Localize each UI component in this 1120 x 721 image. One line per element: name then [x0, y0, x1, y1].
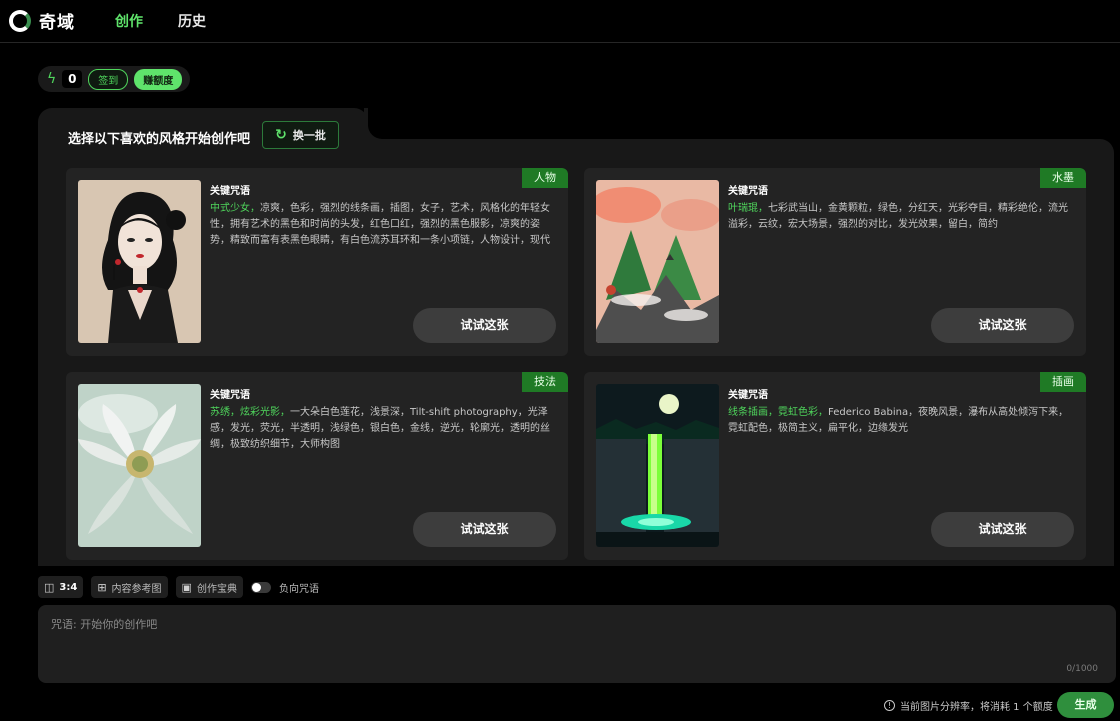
card-image[interactable] [596, 384, 719, 547]
card-image[interactable] [596, 180, 719, 343]
card-tag: 插画 [1040, 372, 1086, 392]
prompt-input[interactable] [51, 618, 1051, 631]
ink-landscape-image [596, 180, 719, 343]
try-this-button[interactable]: 试试这张 [931, 512, 1074, 547]
style-card-portrait: 人物 关键咒语 中式少女，凉爽，色彩，强烈的线条画，插图，女子，艺术，风格化的年… [66, 168, 568, 356]
style-card-ink: 水墨 关键咒语 叶瑞琨，七彩武当山，金黄颗粒，绿色，分红天，光彩夺目，精彩绝伦，… [584, 168, 1086, 356]
nav-history[interactable]: 历史 [178, 11, 206, 31]
generate-button[interactable]: 生成 [1057, 692, 1114, 718]
negative-prompt-label: 负向咒语 [278, 583, 319, 595]
prompt-box: 0/1000 [38, 605, 1116, 683]
reference-image-button[interactable]: ⊞ 内容参考图 [91, 576, 168, 598]
lightning-icon: ϟ [47, 71, 57, 87]
reference-image-label: 内容参考图 [111, 583, 162, 595]
card-label: 关键咒语 [210, 186, 250, 197]
cost-note-text: 当前图片分辨率，将消耗 1 个额度 [900, 702, 1053, 713]
panel-title: 选择以下喜欢的风格开始创作吧 [68, 132, 251, 147]
card-description: 线条插画，霓虹色彩，Federico Babina，夜晚风景，瀑布从高处倾泻下来… [728, 407, 1069, 434]
lotus-image [78, 384, 201, 547]
try-this-button[interactable]: 试试这张 [931, 308, 1074, 343]
refresh-button[interactable]: ↻ 换一批 [262, 121, 339, 149]
style-card-illustration: 插画 关键咒语 线条插画，霓虹色彩，Federico Babina，夜晚风景，瀑… [584, 372, 1086, 560]
style-card-technique: 技法 关键咒语 苏绣，炫彩光影，一大朵白色莲花，浅景深，Tilt-shift p… [66, 372, 568, 560]
credits-bar: ϟ 0 签到 赚额度 [38, 66, 190, 92]
card-description: 叶瑞琨，七彩武当山，金黄颗粒，绿色，分红天，光彩夺目，精彩绝伦，流光溢彩，云纹，… [728, 203, 1068, 230]
card-tag: 水墨 [1040, 168, 1086, 188]
try-this-button[interactable]: 试试这张 [413, 512, 556, 547]
refresh-icon: ↻ [275, 127, 287, 143]
card-image[interactable] [78, 180, 201, 343]
app-name: 奇域 [39, 13, 75, 33]
earn-credits-button[interactable]: 赚额度 [134, 68, 183, 90]
card-label: 关键咒语 [728, 186, 768, 197]
try-this-button[interactable]: 试试这张 [413, 308, 556, 343]
aspect-ratio-button[interactable]: ◫ 3:4 [38, 576, 84, 598]
card-description: 苏绣，炫彩光影，一大朵白色莲花，浅景深，Tilt-shift photograp… [210, 407, 550, 450]
card-label: 关键咒语 [728, 390, 768, 401]
portrait-image [78, 180, 201, 343]
card-tag: 人物 [522, 168, 568, 188]
checkin-button[interactable]: 签到 [88, 68, 129, 90]
refresh-label: 换一批 [292, 129, 326, 142]
card-tag: 技法 [522, 372, 568, 392]
add-image-icon: ⊞ [97, 580, 107, 594]
card-label: 关键咒语 [210, 390, 250, 401]
aspect-ratio-value: 3:4 [59, 581, 78, 593]
creation-toolbar: ◫ 3:4 ⊞ 内容参考图 ▣ 创作宝典 负向咒语 [38, 576, 319, 598]
nav-create[interactable]: 创作 [115, 11, 143, 31]
logo-icon [9, 9, 31, 32]
creation-guide-label: 创作宝典 [196, 583, 237, 595]
waterfall-image [596, 384, 719, 547]
card-image[interactable] [78, 384, 201, 547]
credit-count: 0 [62, 70, 83, 88]
card-description: 中式少女，凉爽，色彩，强烈的线条画，插图，女子，艺术，风格化的年轻女性，拥有艺术… [210, 203, 550, 246]
prompt-char-count: 0/1000 [1066, 664, 1098, 674]
book-icon: ▣ [181, 580, 192, 594]
app-logo[interactable]: 奇域 [9, 8, 75, 33]
top-bar: 奇域 创作 历史 [0, 0, 1120, 43]
style-panel: 选择以下喜欢的风格开始创作吧 ↻ 换一批 人物 关键咒语 中式少女，凉爽，色彩，… [38, 108, 1114, 566]
info-icon: ! [884, 700, 895, 711]
cost-note: ! 当前图片分辨率，将消耗 1 个额度 [884, 698, 1053, 713]
ratio-icon: ◫ [44, 580, 55, 594]
negative-prompt-toggle[interactable] [250, 581, 271, 593]
creation-guide-button[interactable]: ▣ 创作宝典 [175, 576, 243, 598]
